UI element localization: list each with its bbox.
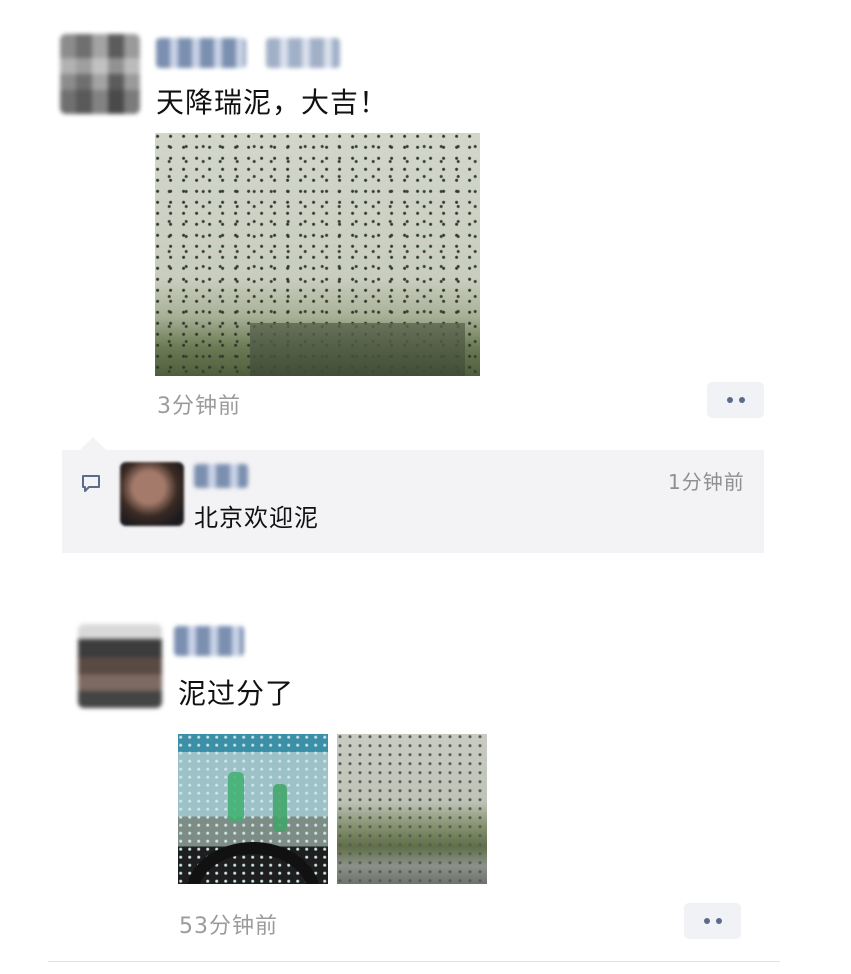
- commenter-avatar[interactable]: [120, 462, 184, 526]
- more-dots-icon: [726, 397, 733, 403]
- author-name-extra: [266, 38, 340, 68]
- photo-building: [250, 323, 465, 376]
- comment-time: 1分钟前: [668, 470, 745, 494]
- commenter-name[interactable]: [194, 464, 248, 488]
- author-name[interactable]: [156, 38, 246, 68]
- comment-text: 北京欢迎泥: [194, 504, 319, 532]
- post-text: 泥过分了: [178, 677, 295, 710]
- post-text: 天降瑞泥，大吉！: [156, 86, 389, 119]
- post-time: 3分钟前: [157, 394, 241, 419]
- author-name[interactable]: [174, 626, 244, 656]
- divider: [48, 961, 780, 962]
- avatar[interactable]: [60, 34, 140, 114]
- comment-pointer: [80, 437, 106, 450]
- post-photo[interactable]: [178, 734, 328, 884]
- steering-wheel: [186, 842, 320, 884]
- post-photo[interactable]: [155, 133, 480, 376]
- more-button[interactable]: [684, 903, 741, 939]
- more-dots-icon: [703, 918, 710, 924]
- more-button[interactable]: [707, 382, 764, 418]
- post-photo[interactable]: [337, 734, 487, 884]
- comment-bubble-icon: [82, 475, 100, 492]
- post-time: 53分钟前: [179, 914, 278, 939]
- avatar[interactable]: [78, 624, 162, 708]
